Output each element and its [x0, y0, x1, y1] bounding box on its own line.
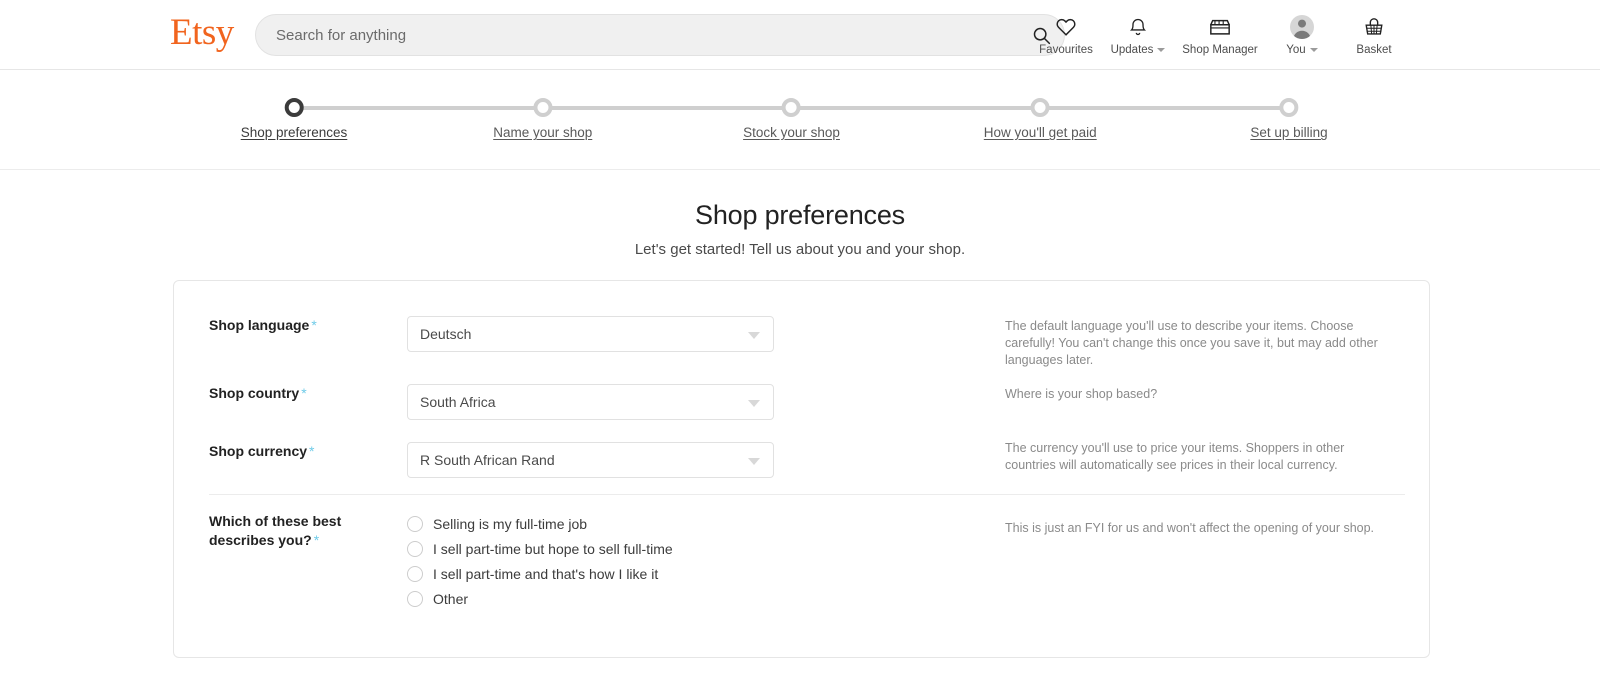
step-how-youll-get-paid[interactable]: How you'll get paid: [984, 98, 1097, 140]
shop-currency-help: The currency you'll use to price your it…: [1005, 441, 1345, 472]
step-label: Shop preferences: [240, 125, 348, 140]
radio-option-part-time-hope-full-time[interactable]: I sell part-time but hope to sell full-t…: [407, 537, 673, 561]
field-label: Shop language *: [209, 316, 404, 335]
header-nav: Favourites Updates Shop Manager You Bask…: [1030, 10, 1410, 56]
site-header: Etsy Favourites: [0, 0, 1600, 70]
step-dot: [782, 98, 801, 117]
seller-type-label-line2: describes you?: [209, 532, 312, 548]
step-shop-preferences[interactable]: Shop preferences: [240, 98, 348, 140]
radio-circle-icon[interactable]: [407, 541, 423, 557]
nav-basket-label: Basket: [1356, 44, 1392, 56]
storefront-icon: [1208, 14, 1232, 40]
avatar: [1290, 15, 1314, 39]
onboarding-stepper: Shop preferences Name your shop Stock yo…: [241, 98, 1328, 140]
nav-favourites-label: Favourites: [1039, 44, 1093, 56]
shop-country-select[interactable]: South Africa: [407, 384, 774, 420]
step-dot: [284, 98, 304, 117]
step-dot: [1279, 98, 1299, 117]
bell-icon: [1128, 14, 1148, 40]
seller-type-label-line1: Which of these best: [209, 513, 342, 529]
required-marker: *: [309, 443, 315, 459]
radio-option-other[interactable]: Other: [407, 587, 673, 611]
basket-icon: [1363, 14, 1385, 40]
radio-circle-icon[interactable]: [407, 516, 423, 532]
seller-type-radio-group: Selling is my full-time job I sell part-…: [407, 512, 673, 612]
field-control: R South African Rand: [407, 442, 774, 478]
step-stock-your-shop[interactable]: Stock your shop: [743, 98, 840, 140]
radio-option-label: Selling is my full-time job: [433, 516, 588, 532]
shop-currency-value: R South African Rand: [420, 452, 555, 468]
step-dot: [1030, 98, 1050, 117]
radio-circle-icon[interactable]: [407, 566, 423, 582]
chevron-down-icon: [748, 400, 760, 407]
radio-option-label: I sell part-time and that's how I like i…: [433, 566, 659, 582]
onboarding-stepper-section: Shop preferences Name your shop Stock yo…: [0, 70, 1600, 170]
radio-option-label: I sell part-time but hope to sell full-t…: [433, 541, 673, 557]
chevron-down-icon: [748, 458, 760, 465]
search-bar[interactable]: [255, 14, 1065, 56]
required-marker: *: [313, 532, 320, 548]
shop-language-value: Deutsch: [420, 326, 472, 342]
seller-type-label: Which of these best describes you? *: [209, 512, 404, 550]
nav-shop-manager[interactable]: Shop Manager: [1174, 10, 1266, 56]
shop-language-select[interactable]: Deutsch: [407, 316, 774, 352]
step-label: Stock your shop: [743, 125, 840, 140]
nav-updates-label: Updates: [1110, 44, 1154, 56]
step-name-your-shop[interactable]: Name your shop: [493, 98, 592, 140]
radio-option-label: Other: [433, 591, 469, 607]
field-label: Shop country *: [209, 384, 404, 403]
step-set-up-billing[interactable]: Set up billing: [1250, 98, 1328, 140]
nav-updates[interactable]: Updates: [1102, 10, 1174, 56]
required-marker: *: [301, 385, 307, 401]
nav-shop-manager-label: Shop Manager: [1182, 44, 1258, 56]
nav-you-label: You: [1286, 44, 1306, 56]
field-control: Deutsch: [407, 316, 774, 352]
shop-country-value: South Africa: [420, 394, 496, 410]
nav-favourites[interactable]: Favourites: [1030, 10, 1102, 56]
shop-currency-select[interactable]: R South African Rand: [407, 442, 774, 478]
field-label-text: Shop currency: [209, 443, 308, 459]
nav-you[interactable]: You: [1266, 10, 1338, 56]
field-label-text: Shop country: [209, 385, 300, 401]
step-label: How you'll get paid: [983, 125, 1097, 140]
nav-basket[interactable]: Basket: [1338, 10, 1410, 56]
shop-preferences-card: Shop language * Deutsch The default langu…: [173, 280, 1430, 658]
chevron-down-icon: [1309, 48, 1318, 52]
field-label-text: Shop language: [209, 317, 310, 333]
shop-country-help: Where is your shop based?: [1005, 387, 1158, 401]
search-input[interactable]: [256, 26, 1018, 44]
page-subtitle: Let's get started! Tell us about you and…: [634, 241, 966, 258]
page-title: Shop preferences: [695, 200, 905, 230]
section-divider: [209, 494, 1405, 495]
step-label: Name your shop: [493, 125, 593, 140]
step-label: Set up billing: [1250, 125, 1328, 140]
avatar-icon: [1290, 14, 1314, 40]
seller-type-help: This is just an FYI for us and won't aff…: [1005, 521, 1375, 535]
heart-icon: [1055, 14, 1077, 40]
radio-option-part-time-like-it[interactable]: I sell part-time and that's how I like i…: [407, 562, 673, 586]
step-dot: [533, 98, 553, 117]
radio-circle-icon[interactable]: [407, 591, 423, 607]
etsy-logo[interactable]: Etsy: [170, 14, 234, 51]
page-header: Shop preferences Let's get started! Tell…: [0, 170, 1600, 258]
shop-language-help: The default language you'll use to descr…: [1005, 319, 1378, 367]
chevron-down-icon: [748, 332, 760, 339]
radio-option-full-time-job[interactable]: Selling is my full-time job: [407, 512, 673, 536]
field-label: Shop currency *: [209, 442, 404, 461]
required-marker: *: [311, 317, 317, 333]
chevron-down-icon: [1157, 48, 1166, 52]
field-control: South Africa: [407, 384, 774, 420]
